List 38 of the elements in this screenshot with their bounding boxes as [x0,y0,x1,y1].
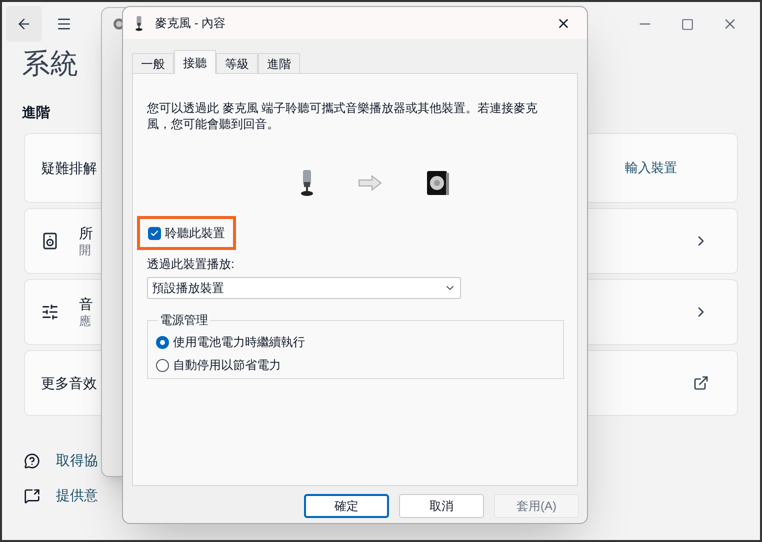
card-title: 音 [79,295,93,313]
menu-icon [56,16,72,32]
description-text: 您可以透過此 麥克風 端子聆聽可攜式音樂播放器或其他裝置。若連接麥克風，您可能會聽到回音。 [147,100,539,132]
microphone-icon [300,170,314,196]
listen-checkbox[interactable]: 聆聽此裝置 [148,224,225,242]
playback-label: 透過此裝置播放: [147,256,234,273]
section-heading: 進階 [22,103,50,122]
speaker-icon [41,232,59,250]
card-title: 所 [79,224,93,242]
card-title: 疑難排解 [41,158,97,178]
playback-device-dropdown[interactable]: 預設播放裝置 [147,277,461,299]
tab[interactable]: 一般 [132,53,174,73]
radio-option[interactable]: 使用電池電力時繼續執行 [156,333,305,351]
dialog-title: 麥克風 - 內容 [155,15,226,32]
help-icon [24,452,40,468]
radio-option[interactable]: 自動停用以節省電力 [156,356,281,374]
page-heading: 系統 [22,47,78,81]
group-title: 電源管理 [159,312,209,329]
input-devices-link[interactable]: 輸入裝置 [625,158,677,178]
card-subtitle: 開 [79,242,92,258]
tab[interactable]: 等級 [216,53,258,73]
dialog-button[interactable]: 確定 [304,494,389,518]
microphone-icon [135,16,143,30]
help-link[interactable]: 提供意 [56,485,98,506]
feedback-icon [24,488,40,504]
card-subtitle: 應 [79,313,92,329]
help-link[interactable]: 取得協 [56,450,98,471]
external-link-icon [693,375,709,391]
tab[interactable]: 接聽 [174,50,216,74]
sliders-icon [41,303,59,321]
dialog-button[interactable]: 取消 [399,494,484,518]
maximize-icon[interactable] [681,18,694,30]
back-button[interactable] [6,6,42,42]
arrow-icon [358,175,382,191]
checkmark-icon [150,228,159,238]
tab[interactable]: 進階 [258,53,300,73]
card-title: 更多音效 [41,374,97,392]
speaker-icon [426,170,450,196]
